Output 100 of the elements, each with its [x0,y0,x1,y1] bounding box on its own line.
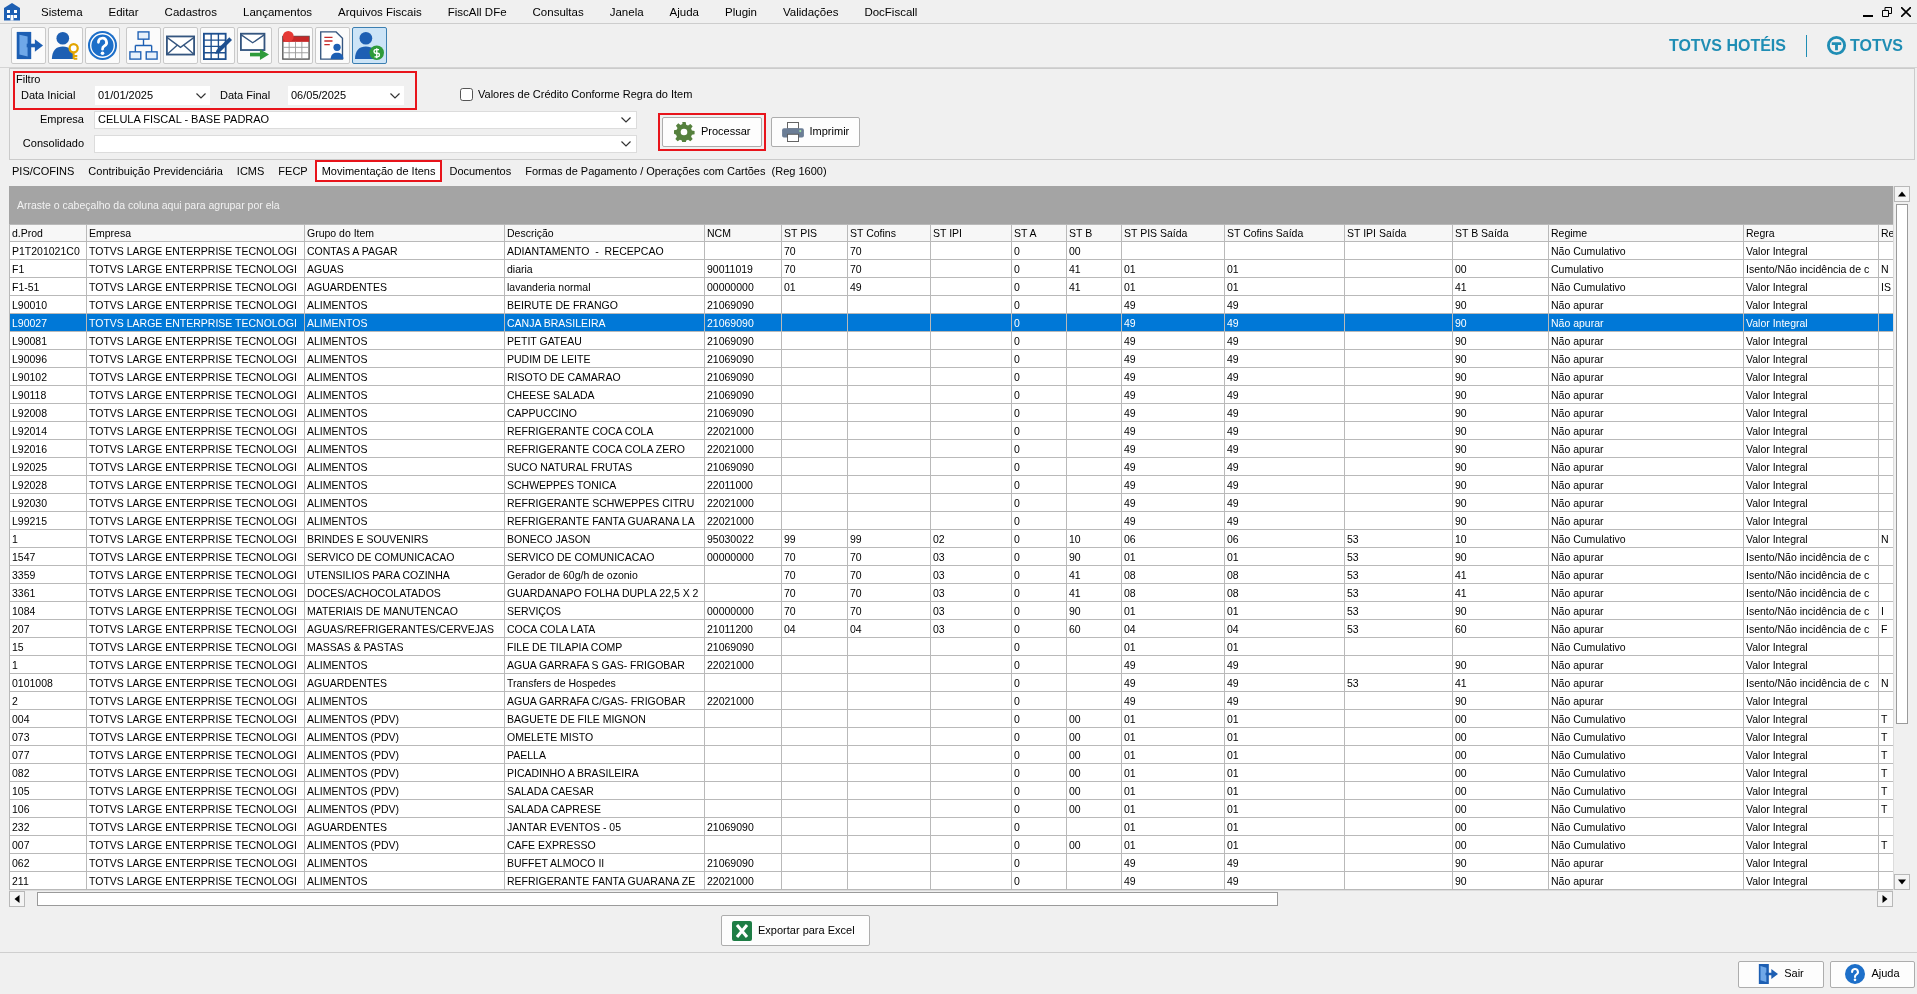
chevron-down-icon[interactable] [196,92,206,99]
horizontal-scrollbar[interactable] [9,890,1893,906]
table-row[interactable]: 0101008 TOTVS LARGE ENTERPRISE TECNOLOGI AGUARDENTES Transfers de Hospedes 0 49 49 53 41 Não apurar Isento/Não incidência de c N [9,673,1894,692]
tab[interactable]: FECP [271,160,315,182]
table-cell: UTENSILIOS PARA COZINHA [304,565,505,584]
table-row[interactable]: 211 TOTVS LARGE ENTERPRISE TECNOLOGI ALIMENTOS REFRIGERANTE FANTA GUARANA ZE 22021000 0 49 49 90 Não apurar Valor Integral [9,871,1894,890]
spreadsheet-icon[interactable] [732,920,752,941]
table-row[interactable]: L92014 TOTVS LARGE ENTERPRISE TECNOLOGI ALIMENTOS REFRIGERANTE COCA COLA 22021000 0 49 49 90 Não apurar Valor Integral [9,421,1894,440]
tab[interactable]: PIS/COFINS [5,160,82,182]
column-header[interactable]: ST IPI [930,224,1012,242]
menu-item[interactable]: Sistema [28,0,96,23]
table-row[interactable]: L90010 TOTVS LARGE ENTERPRISE TECNOLOGI ALIMENTOS BEIRUTE DE FRANGO 21069090 0 49 49 90 Não apurar Valor Integral [9,295,1894,314]
table-row[interactable]: L92030 TOTVS LARGE ENTERPRISE TECNOLOGI ALIMENTOS REFRIGERANTE SCHWEPPES CITRU 22021000 0 49 49 90 Não apurar Valor Integral [9,493,1894,512]
table-row[interactable]: 3361 TOTVS LARGE ENTERPRISE TECNOLOGI DOCES/ACHOCOLATADOS GUARDANAPO FOLHA DUPLA 22,5 X 2 70 70 03 0 41 08 08 53 41 Não apurar Isento/Não incidência de c [9,583,1894,602]
table-cell: 53 [1344,529,1453,548]
column-header[interactable]: Regra [1743,224,1879,242]
printer-icon[interactable] [781,121,804,142]
table-row[interactable]: L92025 TOTVS LARGE ENTERPRISE TECNOLOGI ALIMENTOS SUCO NATURAL FRUTAS 21069090 0 49 49 90 Não apurar Valor Integral [9,457,1894,476]
tab[interactable]: Documentos [442,160,519,182]
menu-item[interactable]: Ajuda [656,0,712,23]
menu-item[interactable]: Lançamentos [230,0,326,23]
exit-door-icon[interactable] [1758,964,1779,984]
scroll-thumb[interactable] [37,891,1278,906]
column-header[interactable]: ST B [1066,224,1122,242]
column-header[interactable]: d.Prod [9,224,87,242]
column-header[interactable]: ST Cofins [847,224,931,242]
chevron-down-icon[interactable] [621,141,631,147]
column-header[interactable]: ST Cofins Saída [1224,224,1345,242]
table-row[interactable]: L90027 TOTVS LARGE ENTERPRISE TECNOLOGI ALIMENTOS CANJA BRASILEIRA 21069090 0 49 49 90 Não apurar Valor Integral [9,313,1894,332]
table-row[interactable]: L90118 TOTVS LARGE ENTERPRISE TECNOLOGI ALIMENTOS CHEESE SALADA 21069090 0 49 49 90 Não apurar Valor Integral [9,385,1894,404]
table-row[interactable]: L90081 TOTVS LARGE ENTERPRISE TECNOLOGI ALIMENTOS PETIT GATEAU 21069090 0 49 49 90 Não apurar Valor Integral [9,331,1894,350]
column-header[interactable]: ST B Saída [1452,224,1549,242]
restore-icon[interactable] [1882,6,1892,17]
menu-item[interactable]: Consultas [519,0,597,23]
table-row[interactable]: 004 TOTVS LARGE ENTERPRISE TECNOLOGI ALIMENTOS (PDV) BAGUETE DE FILE MIGNON 0 00 01 01 00 Não Cumulativo Valor Integral T [9,709,1894,728]
tab[interactable]: Movimentação de Itens [314,160,443,182]
column-header[interactable]: Regime [1548,224,1744,242]
chevron-down-icon[interactable] [621,117,631,123]
date-field[interactable]: 06/05/2025 [288,86,404,105]
column-header[interactable]: Empresa [86,224,305,242]
close-icon[interactable] [1901,6,1911,17]
table-row[interactable]: L92016 TOTVS LARGE ENTERPRISE TECNOLOGI ALIMENTOS REFRIGERANTE COCA COLA ZERO 22021000 0 49 49 90 Não apurar Valor Integral [9,439,1894,458]
table-row[interactable]: 3359 TOTVS LARGE ENTERPRISE TECNOLOGI UTENSILIOS PARA COZINHA Gerador de 60g/h de ozonio 70 70 03 0 41 08 08 53 41 Não apurar Isento/Não incidência de c [9,565,1894,584]
select-field[interactable] [94,135,637,153]
help-icon[interactable] [1845,964,1866,984]
table-row[interactable]: P1T201021C0 TOTVS LARGE ENTERPRISE TECNOLOGI CONTAS A PAGAR ADIANTAMENTO - RECEPCAO 70 70 0 00 Não Cumulativo Valor Integral [9,241,1894,260]
table-row[interactable]: 207 TOTVS LARGE ENTERPRISE TECNOLOGI AGUAS/REFRIGERANTES/CERVEJAS COCA COLA LATA 21011200 04 04 03 0 60 04 04 53 60 Não apurar Isento/Não incidência de c F [9,619,1894,638]
column-header[interactable]: Grupo do Item [304,224,505,242]
menu-item[interactable]: FiscAll DFe [434,0,520,23]
select-field[interactable]: CELULA FISCAL - BASE PADRAO [94,111,637,129]
column-header[interactable]: ST A [1011,224,1067,242]
table-row[interactable]: L99215 TOTVS LARGE ENTERPRISE TECNOLOGI ALIMENTOS REFRIGERANTE FANTA GUARANA LA 22021000 0 49 49 90 Não apurar Valor Integral [9,511,1894,530]
table-row[interactable]: 232 TOTVS LARGE ENTERPRISE TECNOLOGI AGUARDENTES JANTAR EVENTOS - 05 21069090 0 01 01 00 Não Cumulativo Valor Integral [9,817,1894,836]
footer-button[interactable]: Ajuda [1830,960,1915,988]
tab[interactable]: Formas de Pagamento / Operações com Cartões (Reg 1600) [518,160,834,182]
menu-item[interactable]: Cadastros [151,0,230,23]
menu-item[interactable]: Editar [95,0,152,23]
menu-item[interactable]: Plugin [712,0,770,23]
table-row[interactable]: 2 TOTVS LARGE ENTERPRISE TECNOLOGI ALIMENTOS AGUA GARRAFA C/GAS- FRIGOBAR 22021000 0 49 49 90 Não apurar Valor Integral [9,691,1894,710]
table-row[interactable]: 1547 TOTVS LARGE ENTERPRISE TECNOLOGI SERVICO DE COMUNICACAO SERVICO DE COMUNICACAO 00000000 70 70 03 0 90 01 01 53 90 Não apurar Isento/Não incidência de c [9,547,1894,566]
gear-icon[interactable] [673,121,695,142]
table-row[interactable]: 105 TOTVS LARGE ENTERPRISE TECNOLOGI ALIMENTOS (PDV) SALADA CAESAR 0 00 01 01 00 Não Cumulativo Valor Integral T [9,781,1894,800]
table-row[interactable]: 082 TOTVS LARGE ENTERPRISE TECNOLOGI ALIMENTOS (PDV) PICADINHO A BRASILEIRA 0 00 01 01 00 Não Cumulativo Valor Integral T [9,763,1894,782]
date-field[interactable]: 01/01/2025 [95,86,210,105]
footer-button[interactable]: Sair [1738,960,1824,988]
table-row[interactable]: 1084 TOTVS LARGE ENTERPRISE TECNOLOGI MATERIAIS DE MANUTENCAO SERVIÇOS 00000000 70 70 03 0 90 01 01 53 90 Não apurar Isento/Não incidência de c I [9,601,1894,620]
action-button[interactable]: Imprimir [770,116,861,147]
menu-item[interactable]: Arquivos Fiscais [325,0,435,23]
scroll-thumb[interactable] [1896,204,1908,724]
column-header[interactable]: ST PIS [781,224,848,242]
menu-item[interactable]: Validações [770,0,852,23]
tab[interactable]: ICMS [229,160,272,182]
table-row[interactable]: 077 TOTVS LARGE ENTERPRISE TECNOLOGI ALIMENTOS (PDV) PAELLA 0 00 01 01 00 Não Cumulativo Valor Integral T [9,745,1894,764]
table-row[interactable]: 062 TOTVS LARGE ENTERPRISE TECNOLOGI ALIMENTOS BUFFET ALMOCO II 21069090 0 49 49 90 Não apurar Valor Integral [9,853,1894,872]
vertical-scrollbar[interactable] [1893,186,1910,890]
table-row[interactable]: L90102 TOTVS LARGE ENTERPRISE TECNOLOGI ALIMENTOS RISOTO DE CAMARAO 21069090 0 49 49 90 Não apurar Valor Integral [9,367,1894,386]
checkbox[interactable] [460,87,473,101]
table-row[interactable]: 007 TOTVS LARGE ENTERPRISE TECNOLOGI ALIMENTOS (PDV) CAFE EXPRESSO 0 00 01 01 00 Não Cumulativo Valor Integral T [9,835,1894,854]
table-row[interactable]: L92028 TOTVS LARGE ENTERPRISE TECNOLOGI ALIMENTOS SCHWEPPES TONICA 22011000 0 49 49 90 Não apurar Valor Integral [9,475,1894,494]
table-row[interactable]: 15 TOTVS LARGE ENTERPRISE TECNOLOGI MASSAS & PASTAS FILE DE TILAPIA COMP 21069090 0 01 01 Não Cumulativo Valor Integral [9,637,1894,656]
column-header[interactable]: NCM [704,224,782,242]
table-cell: Valor Integral [1743,457,1879,476]
building-icon[interactable] [4,2,20,21]
tab[interactable]: Contribuição Previdenciária [81,160,230,182]
action-button[interactable]: Processar [662,116,762,147]
table-row[interactable]: F1 TOTVS LARGE ENTERPRISE TECNOLOGI AGUAS diaria 90011019 70 70 0 41 01 01 00 Cumulativo Isento/Não incidência de c N [9,259,1894,278]
menu-item[interactable]: DocFiscall [851,0,931,23]
menu-item[interactable]: Janela [596,0,657,23]
table-row[interactable]: 1 TOTVS LARGE ENTERPRISE TECNOLOGI BRINDES E SOUVENIRS BONECO JASON 95030022 99 99 02 0 10 06 06 53 10 Não Cumulativo Valor Integral N [9,529,1894,548]
table-row[interactable]: 106 TOTVS LARGE ENTERPRISE TECNOLOGI ALIMENTOS (PDV) SALADA CAPRESE 0 00 01 01 00 Não Cumulativo Valor Integral T [9,799,1894,818]
table-row[interactable]: F1-51 TOTVS LARGE ENTERPRISE TECNOLOGI AGUARDENTES lavanderia normal 00000000 01 49 0 41 01 01 41 Não Cumulativo Valor Integral IS [9,277,1894,296]
column-header[interactable]: Descrição [504,224,705,242]
chevron-down-icon[interactable] [390,92,400,99]
export-button[interactable]: Exportar para Excel [721,915,870,946]
table-row[interactable]: L92008 TOTVS LARGE ENTERPRISE TECNOLOGI ALIMENTOS CAPPUCCINO 21069090 0 49 49 90 Não apurar Valor Integral [9,403,1894,422]
column-header[interactable]: ST PIS Saída [1121,224,1225,242]
table-row[interactable]: L90096 TOTVS LARGE ENTERPRISE TECNOLOGI ALIMENTOS PUDIM DE LEITE 21069090 0 49 49 90 Não apurar Valor Integral [9,349,1894,368]
table-row[interactable]: 1 TOTVS LARGE ENTERPRISE TECNOLOGI ALIMENTOS AGUA GARRAFA S GAS- FRIGOBAR 22021000 0 49 49 90 Não apurar Valor Integral [9,655,1894,674]
table-row[interactable]: 073 TOTVS LARGE ENTERPRISE TECNOLOGI ALIMENTOS (PDV) OMELETE MISTO 0 00 01 01 00 Não Cumulativo Valor Integral T [9,727,1894,746]
column-header[interactable]: ST IPI Saída [1344,224,1453,242]
